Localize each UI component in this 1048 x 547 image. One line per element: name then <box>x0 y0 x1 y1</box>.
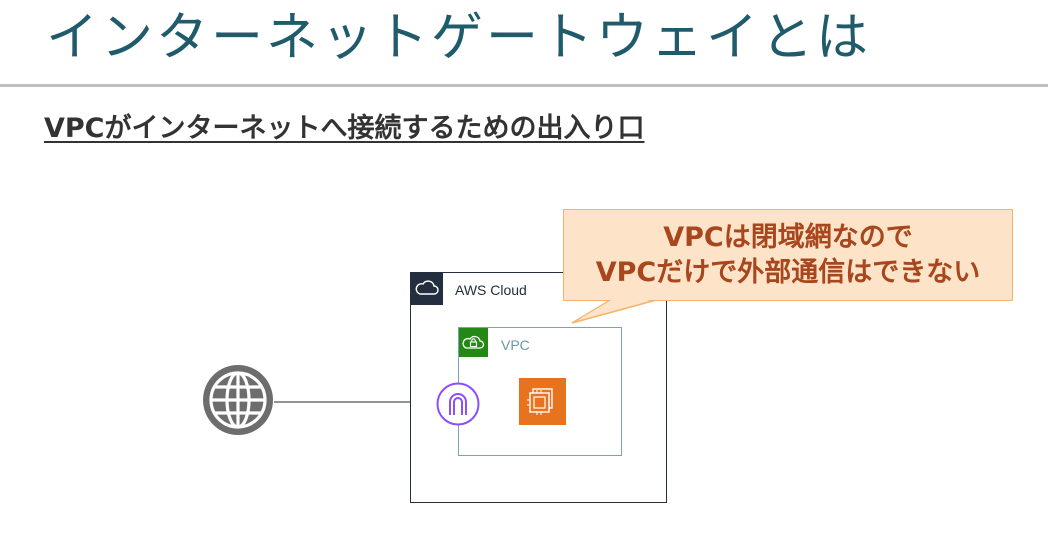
callout-pointer-mask <box>581 298 656 318</box>
